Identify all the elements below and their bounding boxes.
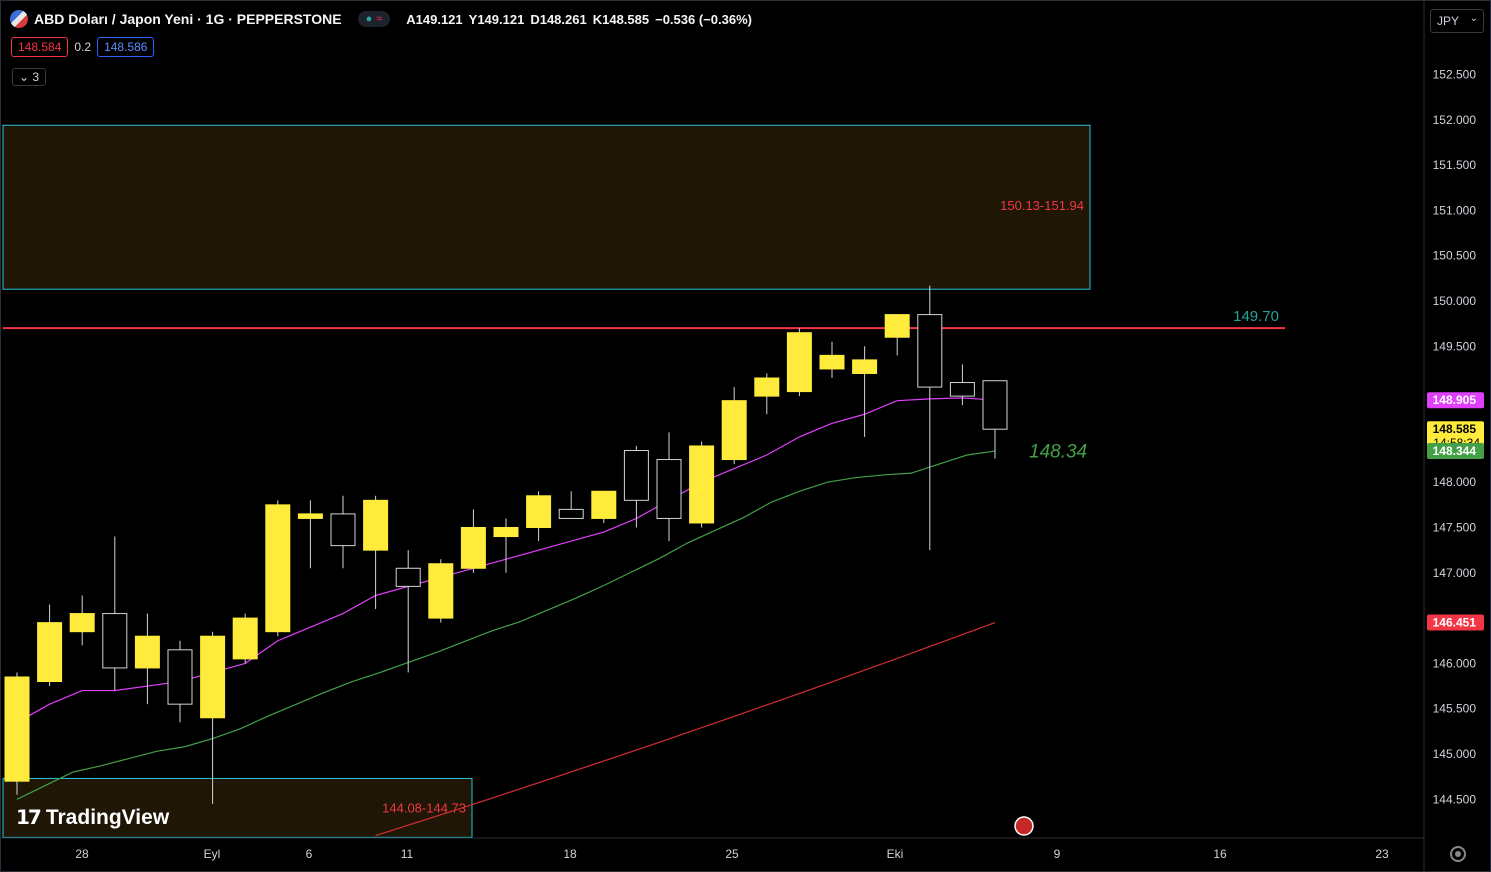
candle-body — [558, 508, 584, 519]
brand-name: TradingView — [45, 805, 170, 829]
price-tag-text: 148.585 — [1433, 422, 1477, 436]
price-tick-label: 151.500 — [1433, 158, 1477, 172]
candle-body — [4, 676, 30, 782]
sell-button[interactable]: 148.584 — [11, 37, 69, 57]
price-tick-label: 146.000 — [1433, 656, 1477, 670]
ohlc-open: A149.121 — [406, 11, 463, 27]
bid-ask-panel: 148.584 0.2 148.586 — [11, 37, 155, 57]
candle-body — [363, 499, 389, 551]
chevron-down-icon: ⌄ — [1469, 13, 1478, 24]
candle-body — [265, 504, 291, 633]
candle-body — [526, 495, 552, 529]
price-tick-label: 145.000 — [1433, 747, 1477, 761]
time-tick-label: Eki — [887, 847, 904, 861]
currency-select[interactable]: JPY ⌄ — [1430, 9, 1484, 33]
currency-label: JPY — [1437, 14, 1460, 28]
wave-icon: ≈ — [376, 13, 383, 25]
candle-body — [134, 635, 160, 669]
candle-body — [102, 613, 128, 669]
candle-body — [819, 354, 845, 370]
candle-body — [591, 490, 617, 519]
candle-body — [623, 449, 649, 501]
time-tick-label: 11 — [401, 847, 414, 861]
candle-body — [69, 613, 95, 633]
price-tag-text: 148.905 — [1433, 393, 1477, 407]
price-tick-label: 152.500 — [1433, 68, 1477, 82]
chevron-down-icon: ⌄ — [19, 70, 30, 84]
buy-button[interactable]: 148.586 — [97, 37, 155, 57]
usdjpy-flag-icon — [10, 10, 28, 28]
market-status[interactable]: ● ≈ — [357, 11, 391, 27]
time-tick-label: 28 — [75, 847, 89, 861]
candle-body — [200, 635, 226, 719]
settings-gear-icon[interactable] — [1450, 846, 1466, 862]
price-tick-label: 148.000 — [1433, 475, 1477, 489]
time-tick-label: 9 — [1054, 847, 1061, 861]
candle-body — [982, 380, 1008, 430]
candle-body — [428, 563, 454, 619]
price-tick-label: 151.000 — [1433, 203, 1477, 217]
price-tick-label: 152.000 — [1433, 113, 1477, 127]
price-tick-label: 144.500 — [1433, 792, 1477, 806]
chart-header: ABD Doları / Japon Yeni · 1G · PEPPERSTO… — [10, 10, 752, 28]
time-tick-label: Eyl — [204, 847, 221, 861]
price-tick-label: 145.500 — [1433, 702, 1477, 716]
time-tick-label: 25 — [725, 847, 739, 861]
price-tag-text: 148.344 — [1433, 444, 1477, 458]
ohlc-change: −0.536 (−0.36%) — [655, 11, 752, 27]
candle-body — [689, 445, 715, 524]
annotation-text: 148.34 — [1029, 441, 1087, 462]
price-tick-label: 150.000 — [1433, 294, 1477, 308]
candle-body — [232, 617, 258, 660]
zone-label: 150.13-151.94 — [1000, 198, 1084, 213]
candle-body — [297, 513, 323, 519]
economic-event-icon — [1014, 816, 1034, 836]
price-tag-text: 146.451 — [1433, 616, 1477, 630]
ohlc-close: K148.585 — [592, 11, 650, 27]
zone-label: 144.08-144.73 — [382, 800, 466, 815]
time-tick-label: 23 — [1375, 847, 1389, 861]
candle-body — [395, 567, 421, 587]
candle-body — [167, 649, 193, 705]
symbol-title[interactable]: ABD Doları / Japon Yeni · 1G · PEPPERSTO… — [34, 11, 342, 27]
ma-mid-line — [16, 450, 996, 800]
candle-body — [37, 622, 63, 683]
price-chart[interactable]: 150.13-151.94 144.08-144.73 149.70 148.34 14… — [0, 0, 1491, 872]
time-tick-label: 16 — [1213, 847, 1227, 861]
price-tick-label: 147.000 — [1433, 566, 1477, 580]
time-tick-label: 6 — [306, 847, 313, 861]
price-tick-label: 149.500 — [1433, 339, 1477, 353]
candle-body — [493, 527, 519, 538]
supply-demand-zone — [2, 124, 1091, 290]
candle-body — [917, 314, 943, 388]
candle-body — [852, 359, 878, 374]
tv-logo-icon: 𝟭𝟳 — [16, 807, 42, 829]
price-tick-label: 150.500 — [1433, 249, 1477, 263]
candle-body — [721, 400, 747, 461]
candle-body — [884, 314, 910, 338]
ohlc-high: Y149.121 — [468, 11, 525, 27]
indicators-count: 3 — [32, 70, 40, 84]
candle-body — [330, 513, 356, 547]
candle-body — [754, 377, 780, 397]
market-open-icon: ● — [365, 13, 373, 25]
resistance-label: 149.70 — [1233, 308, 1279, 325]
spread-value: 0.2 — [74, 40, 92, 54]
candle-body — [656, 459, 682, 519]
price-tick-label: 147.500 — [1433, 521, 1477, 535]
ohlc-low: D148.261 — [530, 11, 587, 27]
time-tick-label: 18 — [563, 847, 577, 861]
candle-body — [949, 382, 975, 397]
tradingview-logo[interactable]: 𝟭𝟳 TradingView — [16, 805, 169, 830]
candle-body — [786, 332, 812, 393]
indicators-toggle[interactable]: ⌄ 3 — [12, 68, 47, 86]
candle-body — [460, 527, 486, 569]
